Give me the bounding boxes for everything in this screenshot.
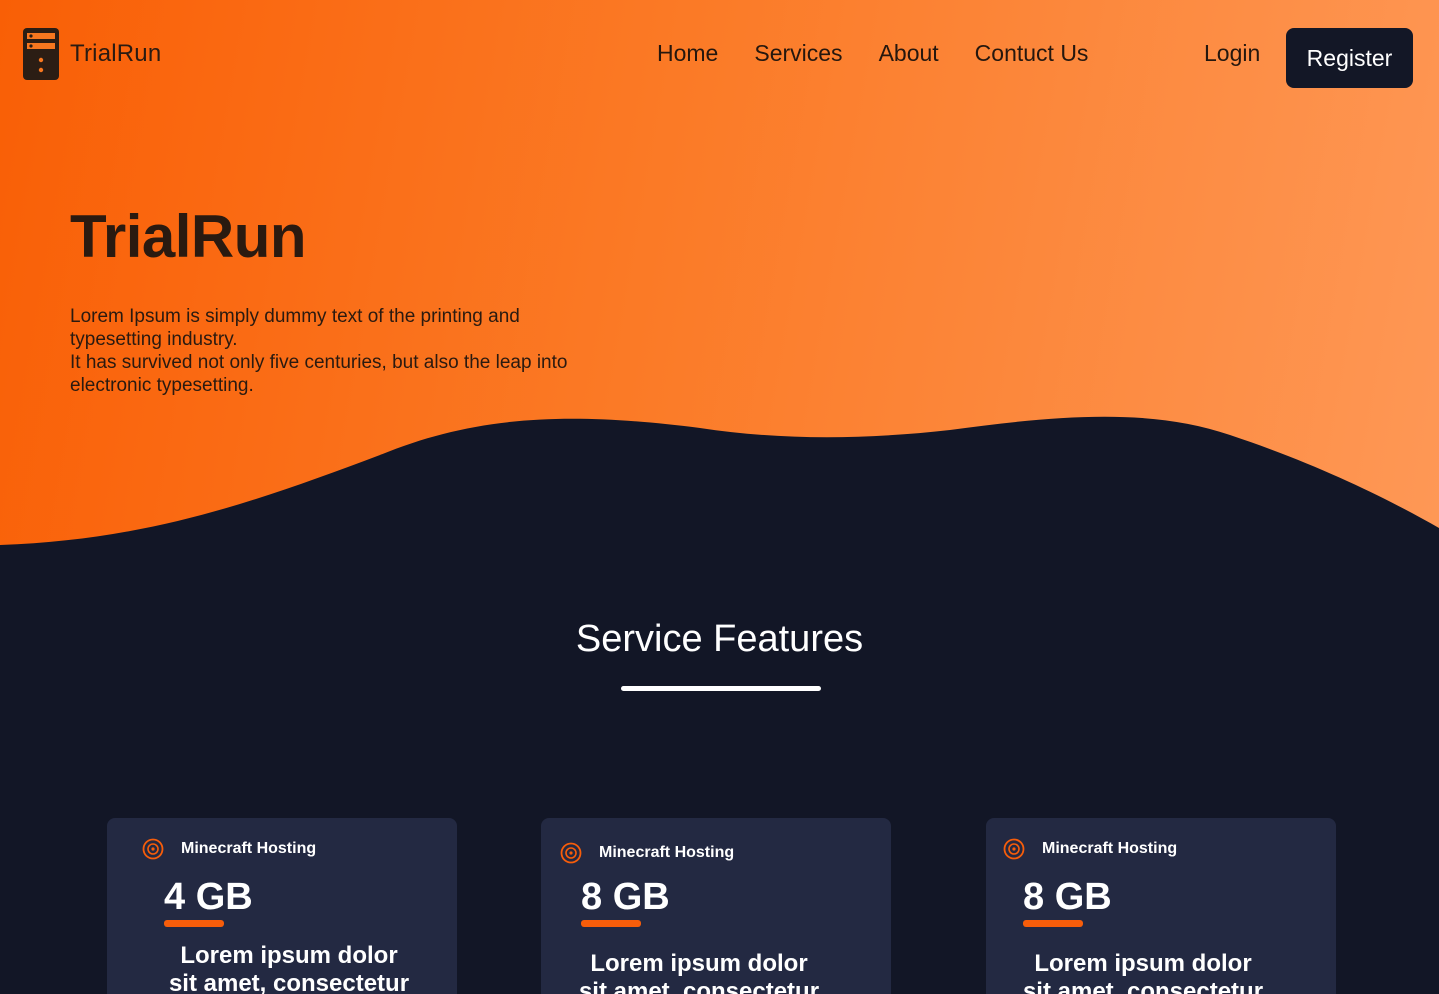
register-button[interactable]: Register	[1286, 28, 1413, 88]
hero-wave-divider	[0, 416, 1439, 560]
login-link[interactable]: Login	[1204, 40, 1260, 67]
target-icon	[560, 842, 582, 864]
brand-logo[interactable]: TrialRun	[22, 27, 161, 81]
hero-title: TrialRun	[70, 203, 307, 270]
card-size-underline	[1023, 920, 1083, 927]
feature-card[interactable]: Minecraft Hosting 8 GB Lorem ipsum dolor…	[986, 818, 1336, 994]
brand-name: TrialRun	[70, 40, 162, 67]
nav-about[interactable]: About	[879, 40, 939, 67]
card-label: Minecraft Hosting	[1042, 840, 1178, 857]
card-header: Minecraft Hosting	[1003, 838, 1177, 860]
feature-card[interactable]: Minecraft Hosting 4 GB Lorem ipsum dolor…	[107, 818, 457, 994]
card-size-underline	[581, 920, 641, 927]
target-icon	[1003, 838, 1025, 860]
card-header: Minecraft Hosting	[560, 842, 734, 864]
card-size: 8 GB	[581, 876, 670, 918]
nav-contact-us[interactable]: Contuct Us	[975, 40, 1089, 67]
card-size: 8 GB	[1023, 876, 1112, 918]
card-size: 4 GB	[164, 876, 253, 918]
nav-services[interactable]: Services	[754, 40, 842, 67]
section-title: Service Features	[575, 618, 864, 660]
card-header: Minecraft Hosting	[142, 838, 316, 860]
card-label: Minecraft Hosting	[599, 844, 735, 861]
feature-card[interactable]: Minecraft Hosting 8 GB Lorem ipsum dolor…	[541, 818, 891, 994]
target-icon	[142, 838, 164, 860]
section-title-underline	[621, 686, 821, 691]
nav-home[interactable]: Home	[657, 40, 718, 67]
hero-description-line-1: Lorem Ipsum is simply dummy text of the …	[70, 306, 520, 350]
card-description: Lorem ipsum dolor sit amet, consectetur	[168, 942, 410, 994]
main-nav: Home Services About Contuct Us	[657, 40, 1124, 67]
hero-description-line-2: It has survived not only five centuries,…	[70, 352, 568, 396]
hero-description: Lorem Ipsum is simply dummy text of the …	[70, 305, 570, 397]
card-label: Minecraft Hosting	[181, 840, 317, 857]
card-size-underline	[164, 920, 224, 927]
server-icon	[23, 28, 59, 80]
card-description: Lorem ipsum dolor sit amet, consectetur	[1022, 950, 1264, 994]
card-description: Lorem ipsum dolor sit amet, consectetur	[578, 950, 820, 994]
